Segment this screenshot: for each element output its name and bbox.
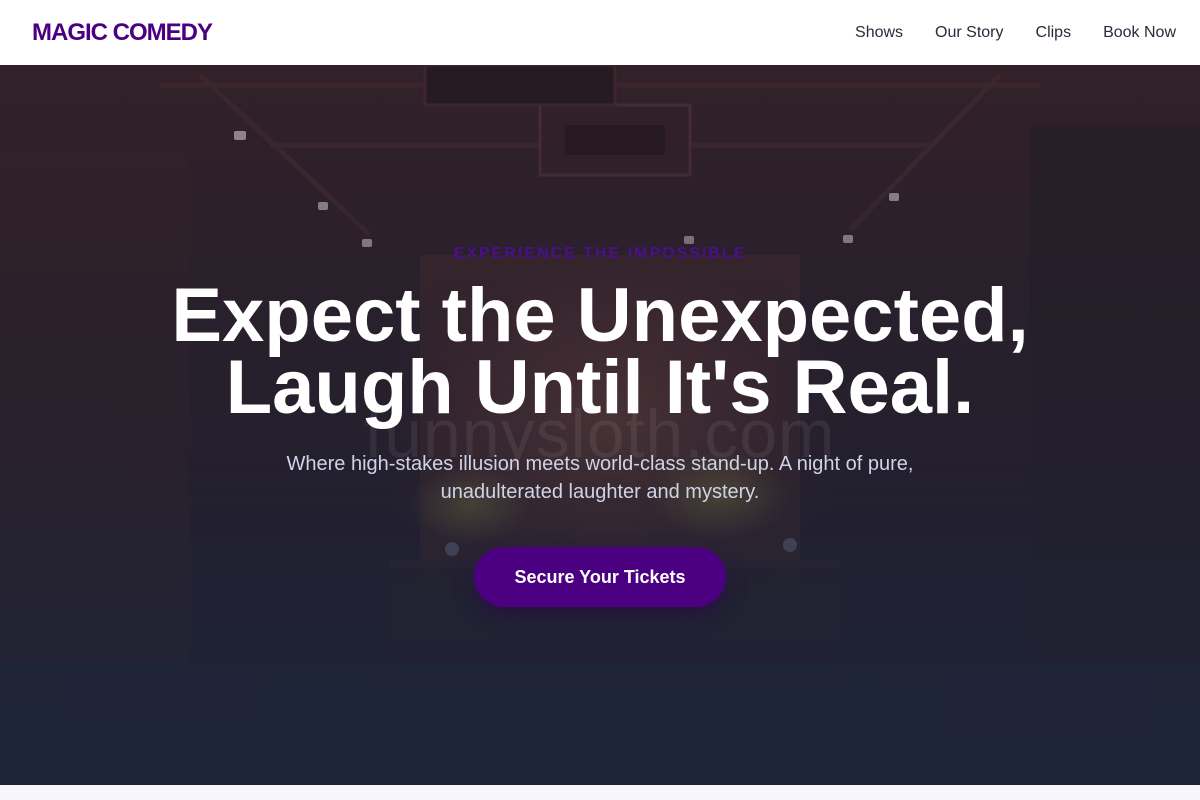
hero-content: funnysloth.com EXPERIENCE THE IMPOSSIBLE… (0, 65, 1200, 785)
main-nav: Shows Our Story Clips Book Now (855, 24, 1176, 42)
hero-eyebrow: EXPERIENCE THE IMPOSSIBLE (453, 245, 747, 262)
nav-link-shows[interactable]: Shows (855, 24, 903, 42)
hero-subhead: Where high-stakes illusion meets world-c… (286, 453, 914, 503)
site-logo[interactable]: MAGIC COMEDY (32, 19, 213, 47)
nav-link-our-story[interactable]: Our Story (935, 24, 1003, 42)
hero-section: funnysloth.com EXPERIENCE THE IMPOSSIBLE… (0, 65, 1200, 785)
nav-link-clips[interactable]: Clips (1036, 24, 1072, 42)
top-navbar: MAGIC COMEDY Shows Our Story Clips Book … (0, 0, 1200, 65)
nav-link-book-now[interactable]: Book Now (1103, 24, 1176, 42)
hero-headline: Expect the Unexpected, Laugh Until It's … (171, 273, 1029, 430)
secure-tickets-button[interactable]: Secure Your Tickets (474, 547, 726, 607)
